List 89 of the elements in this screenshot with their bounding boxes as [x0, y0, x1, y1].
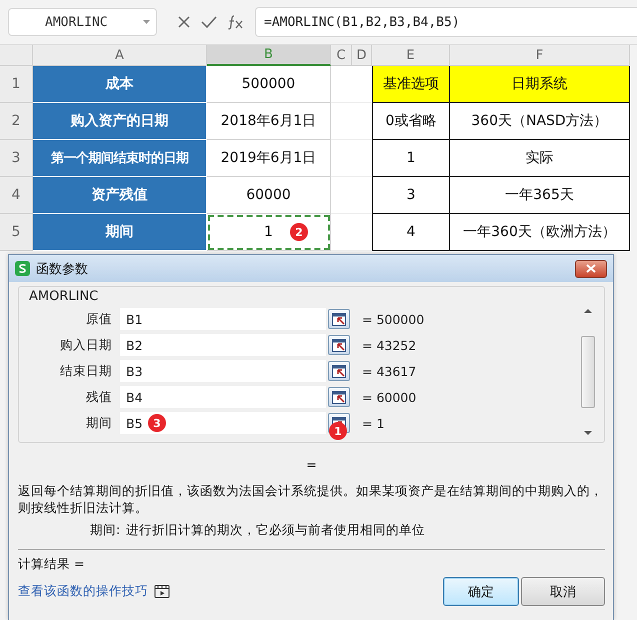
function-name: AMORLINC	[29, 289, 100, 304]
table-cell[interactable]: 500000	[207, 66, 331, 103]
table-cell[interactable]: 第一个期间结束时的日期	[33, 140, 207, 177]
table-cell[interactable]: 购入资产的日期	[33, 103, 207, 140]
table-cell[interactable]	[331, 66, 352, 103]
column-header[interactable]: E	[372, 45, 450, 66]
table-cell[interactable]: 基准选项	[372, 66, 450, 103]
ok-button[interactable]: 确定	[443, 577, 519, 606]
table-cell[interactable]: 1 2	[207, 214, 331, 251]
function-icon[interactable]	[227, 14, 245, 30]
argument-label: 期间	[85, 414, 113, 432]
table-cell[interactable]: 0或省略	[372, 103, 450, 140]
table-cell[interactable]: 60000	[207, 177, 331, 214]
cancel-icon[interactable]	[177, 15, 191, 29]
table-cell[interactable]	[331, 140, 352, 177]
column-header[interactable]: F	[450, 45, 630, 66]
argument-field[interactable]: B1	[120, 308, 326, 330]
argument-result: = 43252	[362, 338, 416, 352]
table-cell[interactable]	[352, 214, 372, 251]
table-cell[interactable]: 360天（NASD方法）	[450, 103, 630, 140]
scroll-up-icon[interactable]	[584, 308, 592, 314]
argument-name: 期间:	[90, 522, 120, 539]
range-select-button[interactable]	[328, 335, 350, 355]
range-select-icon	[332, 312, 346, 326]
table-cell[interactable]: 成本	[33, 66, 207, 103]
table-cell[interactable]: 4	[372, 214, 450, 251]
table-cell[interactable]: 日期系统	[450, 66, 630, 103]
argument-description: 进行折旧计算的期次，它必须与前者使用相同的单位	[126, 522, 426, 539]
argument-result: = 1	[362, 416, 384, 430]
select-all-corner[interactable]	[0, 45, 33, 66]
table-cell[interactable]: 实际	[450, 140, 630, 177]
argument-field[interactable]: B3	[120, 360, 326, 382]
close-button[interactable]	[575, 260, 607, 278]
table-cell[interactable]	[352, 103, 372, 140]
scrollbar[interactable]	[580, 308, 596, 436]
argument-label: 购入日期	[59, 336, 113, 354]
formula-result: =	[305, 457, 318, 472]
dropdown-caret-icon[interactable]	[143, 20, 150, 24]
range-select-button[interactable]	[328, 309, 350, 329]
argument-label: 残值	[85, 388, 113, 406]
table-cell[interactable]: 2018年6月1日	[207, 103, 331, 140]
table-cell[interactable]	[331, 103, 352, 140]
row-header[interactable]: 4	[0, 177, 33, 214]
argument-result: = 60000	[362, 390, 416, 404]
argument-label: 结束日期	[59, 362, 113, 380]
table-cell[interactable]: 一年365天	[450, 177, 630, 214]
row-header[interactable]: 1	[0, 66, 33, 103]
argument-label: 原值	[85, 310, 113, 328]
cancel-button[interactable]: 取消	[521, 577, 605, 606]
step-badge: 1	[329, 422, 347, 440]
video-icon[interactable]	[154, 584, 170, 599]
range-select-icon	[332, 364, 346, 378]
table-cell[interactable]	[331, 177, 352, 214]
calculation-result: 计算结果 =	[18, 556, 86, 573]
dialog-title: 函数参数	[36, 260, 89, 278]
check-icon[interactable]	[201, 15, 217, 29]
table-cell[interactable]: 期间	[33, 214, 207, 251]
function-description: 返回每个结算期间的折旧值，该函数为法国会计系统提供。如果某项资产是在结算期间的中期购入的，则按线性折旧法计算。	[18, 482, 604, 516]
column-header[interactable]: C	[331, 45, 352, 66]
range-select-button[interactable]	[328, 387, 350, 407]
table-cell[interactable]	[352, 140, 372, 177]
table-cell[interactable]: 3	[372, 177, 450, 214]
table-cell[interactable]: 资产残值	[33, 177, 207, 214]
row-header[interactable]: 2	[0, 103, 33, 140]
argument-field[interactable]: B4	[120, 386, 326, 408]
table-cell[interactable]	[352, 177, 372, 214]
scroll-down-icon[interactable]	[584, 430, 592, 436]
app-icon	[15, 261, 30, 276]
close-icon	[586, 264, 596, 273]
range-select-icon	[332, 338, 346, 352]
table-cell[interactable]: 1	[372, 140, 450, 177]
step-badge: 2	[290, 223, 308, 241]
help-link[interactable]: 查看该函数的操作技巧	[18, 583, 148, 600]
column-header[interactable]: D	[352, 45, 372, 66]
range-select-button[interactable]	[328, 361, 350, 381]
name-box[interactable]: AMORLINC	[8, 8, 157, 36]
column-header[interactable]: A	[33, 45, 207, 66]
range-select-icon	[332, 390, 346, 404]
table-cell[interactable]	[352, 66, 372, 103]
table-cell[interactable]	[331, 214, 352, 251]
scroll-thumb[interactable]	[581, 336, 595, 408]
row-header[interactable]: 5	[0, 214, 33, 251]
formula-field[interactable]: =AMORLINC(B1,B2,B3,B4,B5)	[255, 7, 637, 37]
row-header[interactable]: 3	[0, 140, 33, 177]
argument-result: = 43617	[362, 364, 416, 378]
table-cell[interactable]: 2019年6月1日	[207, 140, 331, 177]
table-cell[interactable]: 一年360天（欧洲方法）	[450, 214, 630, 251]
argument-result: = 500000	[362, 312, 424, 326]
argument-field[interactable]: B2	[120, 334, 326, 356]
